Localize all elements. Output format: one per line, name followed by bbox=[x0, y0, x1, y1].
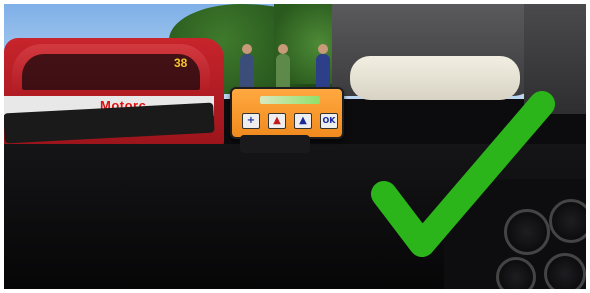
instrument-cluster bbox=[444, 179, 586, 289]
gauge bbox=[496, 257, 536, 289]
device-display bbox=[260, 96, 320, 104]
gauge bbox=[549, 199, 586, 243]
device-button-blue: ▲ bbox=[294, 113, 312, 129]
race-car-number: 38 bbox=[174, 56, 188, 70]
person-shirt bbox=[350, 56, 520, 100]
device-button-red: ▲ bbox=[268, 113, 286, 129]
photo-frame: Motorc 38 + ▲ ▲ OK bbox=[0, 0, 590, 293]
person-arm bbox=[524, 4, 586, 114]
device-button-ok: OK bbox=[320, 113, 338, 129]
device-button-plus: + bbox=[242, 113, 260, 129]
gauge bbox=[504, 209, 550, 255]
windshield-view-photo: Motorc 38 + ▲ ▲ OK bbox=[4, 4, 586, 289]
lap-timer-device: + ▲ ▲ OK bbox=[230, 87, 344, 139]
gauge bbox=[544, 253, 586, 289]
device-mount bbox=[240, 135, 310, 153]
